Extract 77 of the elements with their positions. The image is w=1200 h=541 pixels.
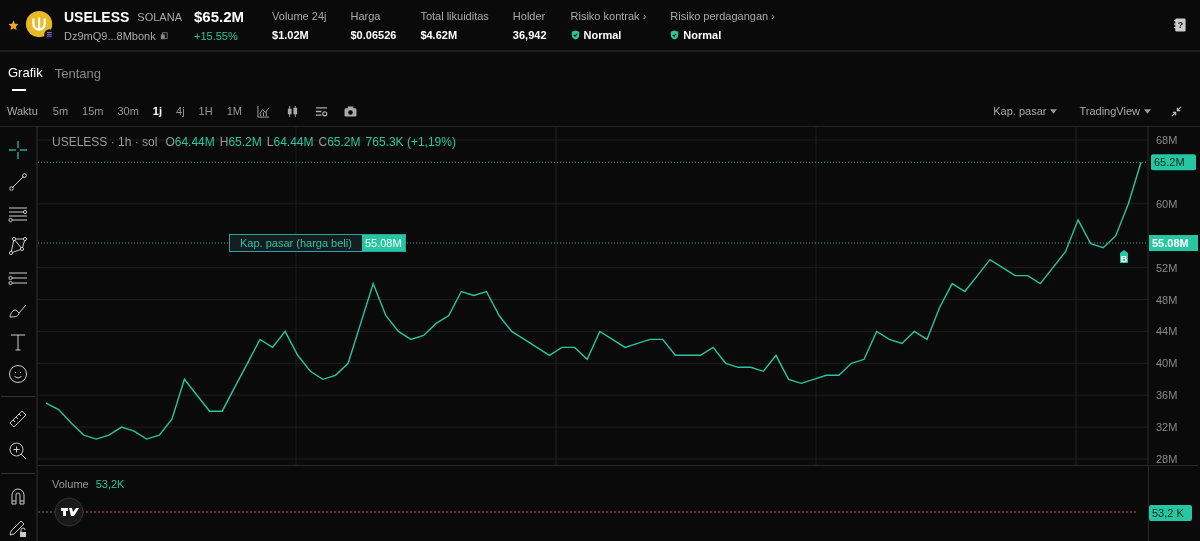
star-icon[interactable] — [8, 19, 19, 31]
help-book-icon[interactable]: ? — [1174, 18, 1186, 32]
axis-label: 52M — [1156, 261, 1178, 274]
stat-value: $1.02M — [272, 28, 310, 41]
token-address: Dz9mQ9...8Mbonk — [64, 29, 156, 42]
risk-link[interactable]: Risiko perdagangan › — [670, 9, 775, 22]
settings-icon[interactable] — [314, 104, 328, 118]
stat-label: Volume 24j — [272, 9, 327, 22]
metric-dropdown[interactable]: Kap. pasar — [987, 104, 1064, 118]
zoom-in-icon[interactable] — [8, 441, 28, 461]
price-change: +15.55% — [194, 30, 239, 42]
risk-link[interactable]: Risiko kontrak › — [570, 9, 647, 22]
ohlc-value: L64.44M — [266, 135, 314, 149]
axis-label: 68M — [1156, 134, 1178, 146]
ruler-icon[interactable] — [8, 409, 28, 429]
stat-value: $4.62M — [420, 28, 459, 41]
chart-symbol: USELESS · 1h · sol — [52, 135, 158, 149]
indicators-icon[interactable] — [256, 104, 270, 118]
chart-source-dropdown[interactable]: TradingView — [1073, 104, 1157, 118]
interval-button[interactable]: 5m — [49, 103, 72, 119]
collapse-icon[interactable] — [1171, 105, 1182, 117]
current-value-badge: 65.2M — [1151, 154, 1196, 171]
crosshair-icon[interactable] — [8, 140, 28, 160]
market-cap: $65.2M — [194, 8, 245, 25]
volume-value: 53,2K — [95, 478, 125, 490]
emoji-icon[interactable] — [8, 364, 28, 384]
shield-check-icon — [670, 29, 680, 40]
interval-button[interactable]: 30m — [114, 103, 142, 119]
volume-label: Volume — [52, 478, 89, 490]
interval-button[interactable]: 1H — [195, 103, 216, 119]
tab[interactable]: Tentang — [50, 59, 105, 89]
interval-label: Waktu — [7, 105, 38, 117]
fib-lines-icon[interactable] — [8, 204, 28, 224]
camera-icon[interactable] — [343, 105, 357, 117]
axis-label: 28M — [1156, 453, 1178, 465]
pencil-lock-icon[interactable] — [8, 518, 28, 538]
stat-label: Harga — [350, 9, 382, 22]
axis-label: 32M — [1156, 421, 1178, 434]
token-name: USELESS — [64, 8, 130, 25]
ohlc-value: C65.2M — [318, 135, 361, 149]
ohlc-change: 765.3K (+1,19%) — [365, 135, 456, 149]
copy-icon[interactable] — [159, 31, 168, 40]
text-icon[interactable] — [8, 332, 28, 352]
chain-name: SOLANA — [137, 10, 182, 23]
axis-label: 36M — [1156, 389, 1178, 402]
axis-label: 40M — [1156, 357, 1178, 370]
stat-value: $0.06526 — [350, 28, 397, 41]
axis-label: 48M — [1156, 293, 1178, 306]
stat-label: Holder — [512, 9, 547, 22]
stat-value: Normal — [583, 28, 622, 41]
tab[interactable]: Grafik — [4, 58, 47, 90]
caret-icon — [1050, 108, 1058, 114]
candles-icon[interactable] — [285, 104, 299, 118]
caret-icon — [1144, 108, 1151, 114]
buy-price-tag: Kap. pasar (harga beli) 55.08M — [229, 234, 406, 253]
stat-label: Total likuiditas — [420, 9, 489, 22]
stat-value: Normal — [683, 28, 722, 41]
interval-button[interactable]: 1j — [149, 103, 166, 119]
interval-button[interactable]: 15m — [79, 103, 107, 119]
tradingview-logo[interactable] — [54, 497, 84, 527]
token-logo — [25, 10, 55, 40]
axis-label: 44M — [1156, 325, 1178, 338]
ref-line-label: 65.2M — [1154, 156, 1185, 169]
pattern-icon[interactable] — [8, 236, 28, 256]
stat-value: 36,942 — [512, 28, 547, 41]
interval-button[interactable]: 1M — [223, 103, 245, 119]
trend-line-icon[interactable] — [8, 172, 28, 192]
magnet-icon[interactable] — [8, 486, 28, 506]
interval-button[interactable]: 4j — [173, 103, 188, 119]
buy-value-badge: 55.08M — [1149, 235, 1198, 252]
buy-marker: B — [1120, 250, 1128, 265]
ohlc-value: H65.2M — [219, 135, 262, 149]
volume-value-badge: 53,2 K — [1149, 505, 1192, 521]
ref-line-label: 55.08M — [1152, 237, 1189, 250]
axis-label: 60M — [1156, 197, 1178, 210]
shield-check-icon — [570, 29, 580, 40]
ohlc-value: O64.44M — [165, 135, 215, 149]
